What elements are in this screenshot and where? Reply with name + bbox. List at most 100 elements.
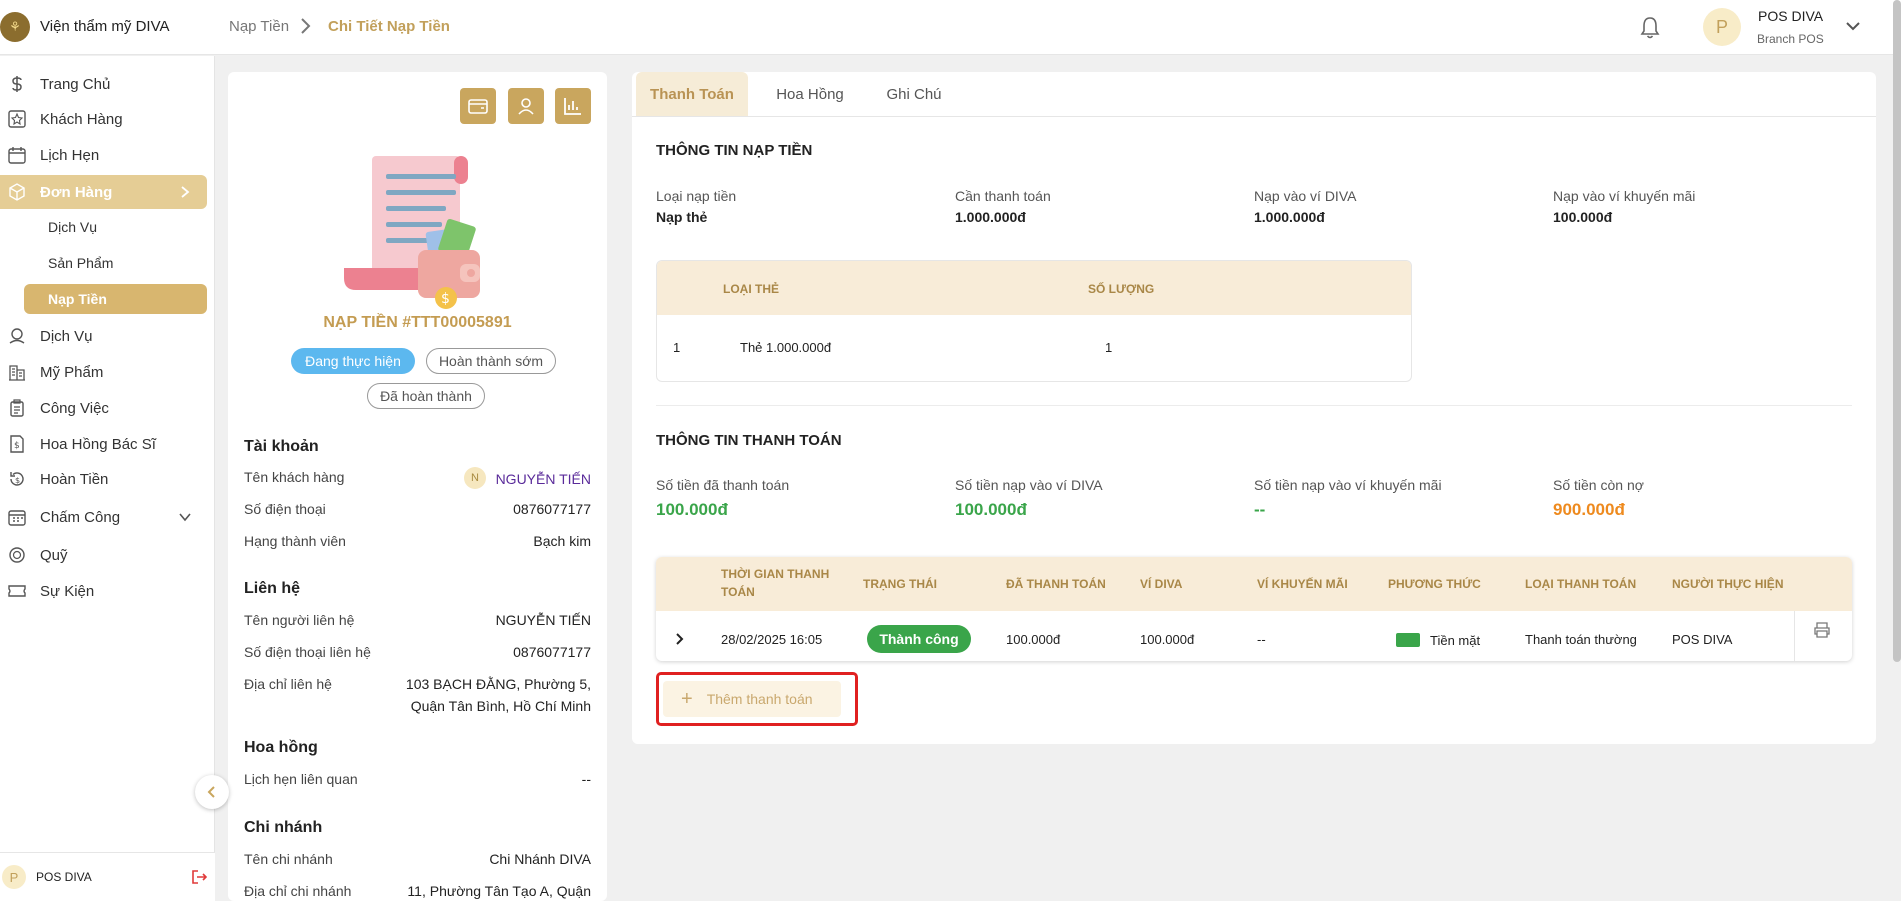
customer-profile-button[interactable] <box>508 88 544 124</box>
sidebar-item-label: Công Việc <box>40 399 109 417</box>
top-bar: ⚘ Viện thẩm mỹ DIVA Nạp Tiền Chi Tiết Nạ… <box>0 0 1901 55</box>
contact-phone-label: Số điện thoại liên hệ <box>244 644 371 660</box>
bell-icon[interactable] <box>1637 15 1663 41</box>
sidebar-subitem-services[interactable]: Dịch Vụ <box>24 212 207 242</box>
chevron-left-icon <box>207 786 215 798</box>
card-table: LOẠI THẺ SỐ LƯỢNG 1 Thẻ 1.000.000đ 1 <box>656 260 1412 382</box>
membership-label: Hạng thành viên <box>244 533 346 549</box>
amount-due-value: 1.000.000đ <box>955 209 1026 225</box>
sidebar-item-label: Chấm Công <box>40 508 121 526</box>
status-completed[interactable]: Đã hoàn thành <box>367 383 485 409</box>
sidebar-item-home[interactable]: Trang Chủ <box>0 67 215 101</box>
payment-type: Thanh toán thường <box>1525 632 1637 647</box>
box-icon <box>9 183 25 201</box>
coin-icon <box>9 547 25 563</box>
cash-icon <box>1396 633 1420 647</box>
sidebar-item-label: Hoa Hồng Bác Sĩ <box>40 435 156 453</box>
paid-header: ĐÃ THANH TOÁN <box>1006 577 1106 591</box>
payment-diva: 100.000đ <box>1140 632 1195 647</box>
payment-performer: POS DIVA <box>1672 632 1733 647</box>
sidebar-subitem-label: Dịch Vụ <box>48 219 98 235</box>
sidebar-item-timekeeping[interactable]: Chấm Công <box>0 500 215 534</box>
customer-name-value[interactable]: NGUYỄN TIẾN <box>496 471 591 487</box>
add-payment-button[interactable]: + Thêm thanh toán <box>663 681 841 717</box>
wallet-button[interactable] <box>460 88 496 124</box>
sidebar-item-events[interactable]: Sự Kiện <box>0 574 215 608</box>
refund-icon: $ <box>10 472 24 486</box>
status-in-progress[interactable]: Đang thực hiện <box>291 348 415 374</box>
payment-type-header: LOẠI THANH TOÁN <box>1525 577 1637 591</box>
tab-notes[interactable]: Ghi Chú <box>866 72 962 116</box>
plus-icon: + <box>681 687 693 710</box>
brand-logo-icon[interactable]: ⚘ <box>0 12 30 42</box>
sidebar-item-cosmetics[interactable]: Mỹ Phẩm <box>0 355 215 389</box>
sidebar-item-doctor-commission[interactable]: $ Hoa Hồng Bác Sĩ <box>0 427 215 461</box>
tab-bar: Thanh Toán Hoa Hồng Ghi Chú <box>632 72 1876 117</box>
sidebar-item-label: Đơn Hàng <box>40 183 113 201</box>
topup-type-value: Nạp thẻ <box>656 209 708 225</box>
sidebar-subitem-topup[interactable]: Nạp Tiền <box>24 284 207 314</box>
user-badge-icon <box>518 98 534 115</box>
contact-section-title: Liên hệ <box>244 580 301 597</box>
breadcrumb-topup[interactable]: Nạp Tiền <box>229 18 289 35</box>
payment-info-title: THÔNG TIN THANH TOÁN <box>656 432 842 449</box>
map-pin-icon <box>9 328 25 344</box>
sidebar-item-refund[interactable]: $ Hoàn Tiền <box>0 462 215 496</box>
collapse-sidebar-button[interactable] <box>195 775 229 809</box>
report-button[interactable] <box>555 88 591 124</box>
dollar-icon <box>12 76 22 92</box>
time-header-line1: THỜI GIAN THANH <box>721 567 830 581</box>
promo-wallet-value: 100.000đ <box>1553 209 1613 225</box>
sidebar-item-orders[interactable]: Đơn Hàng <box>0 175 207 209</box>
tab-commission[interactable]: Hoa Hồng <box>754 72 866 116</box>
add-payment-highlight: + Thêm thanh toán <box>656 672 858 726</box>
amount-due-label: Cần thanh toán <box>955 188 1051 204</box>
card-table-header: LOẠI THẺ SỐ LƯỢNG <box>657 261 1411 315</box>
diva-wallet-label: Nạp vào ví DIVA <box>1254 188 1357 204</box>
user-avatar[interactable]: P <box>1703 8 1741 46</box>
phone-value: 0876077177 <box>513 501 591 517</box>
building-icon <box>9 365 25 381</box>
branch-address-value: 11, Phường Tân Tạo A, Quận <box>407 883 591 899</box>
paid-amount-value: 100.000đ <box>656 500 728 519</box>
sidebar-item-fund[interactable]: Quỹ <box>0 538 215 572</box>
contact-phone-value: 0876077177 <box>513 644 591 660</box>
branch-address-label: Địa chỉ chi nhánh <box>244 883 352 899</box>
sidebar-subitem-products[interactable]: Sản Phẩm <box>24 248 207 278</box>
chevron-down-icon[interactable] <box>1843 16 1863 36</box>
sidebar-item-customers[interactable]: Khách Hàng <box>0 102 215 136</box>
payment-table: THỜI GIAN THANH TOÁN TRẠNG THÁI ĐÃ THANH… <box>656 557 1852 661</box>
expand-row-chevron-icon[interactable] <box>674 631 686 647</box>
customer-avatar: N <box>464 467 486 489</box>
status-header: TRẠNG THÁI <box>863 577 937 591</box>
sidebar-item-label: Quỹ <box>40 546 68 564</box>
star-icon <box>8 110 26 128</box>
section-divider <box>656 405 1852 406</box>
sidebar-item-label: Mỹ Phẩm <box>40 363 104 381</box>
order-title: NẠP TIỀN #TTT00005891 <box>323 314 512 331</box>
related-appointment-value: -- <box>581 771 591 787</box>
sidebar-item-services[interactable]: Dịch Vụ <box>0 319 215 353</box>
diva-wallet-value: 1.000.000đ <box>1254 209 1325 225</box>
card-row-type: Thẻ 1.000.000đ <box>740 340 832 355</box>
main-panel: Thanh Toán Hoa Hồng Ghi Chú THÔNG TIN NẠ… <box>632 72 1876 744</box>
chevron-down-icon <box>179 513 191 522</box>
status-early-complete[interactable]: Hoàn thành sớm <box>426 348 556 374</box>
sidebar-item-appointments[interactable]: Lịch Hẹn <box>0 138 215 172</box>
status-badge: Thành công <box>867 625 971 653</box>
avatar[interactable]: P <box>2 865 26 889</box>
page-scrollbar[interactable] <box>1893 0 1901 662</box>
logout-icon[interactable] <box>191 869 207 885</box>
chevron-right-icon <box>181 186 190 198</box>
svg-text:$: $ <box>14 441 20 451</box>
payment-time: 28/02/2025 16:05 <box>721 632 823 647</box>
svg-text:$: $ <box>15 476 20 485</box>
contact-address-label: Địa chỉ liên hệ <box>244 676 332 692</box>
calendar-icon <box>8 147 26 164</box>
printer-icon[interactable] <box>1813 621 1831 639</box>
sidebar-item-tasks[interactable]: Công Việc <box>0 391 215 425</box>
diva-topup-label: Số tiền nạp vào ví DIVA <box>955 477 1103 493</box>
tab-payment[interactable]: Thanh Toán <box>636 72 748 116</box>
brand-name[interactable]: Viện thẩm mỹ DIVA <box>40 18 170 35</box>
topup-info-title: THÔNG TIN NẠP TIỀN <box>656 142 813 159</box>
